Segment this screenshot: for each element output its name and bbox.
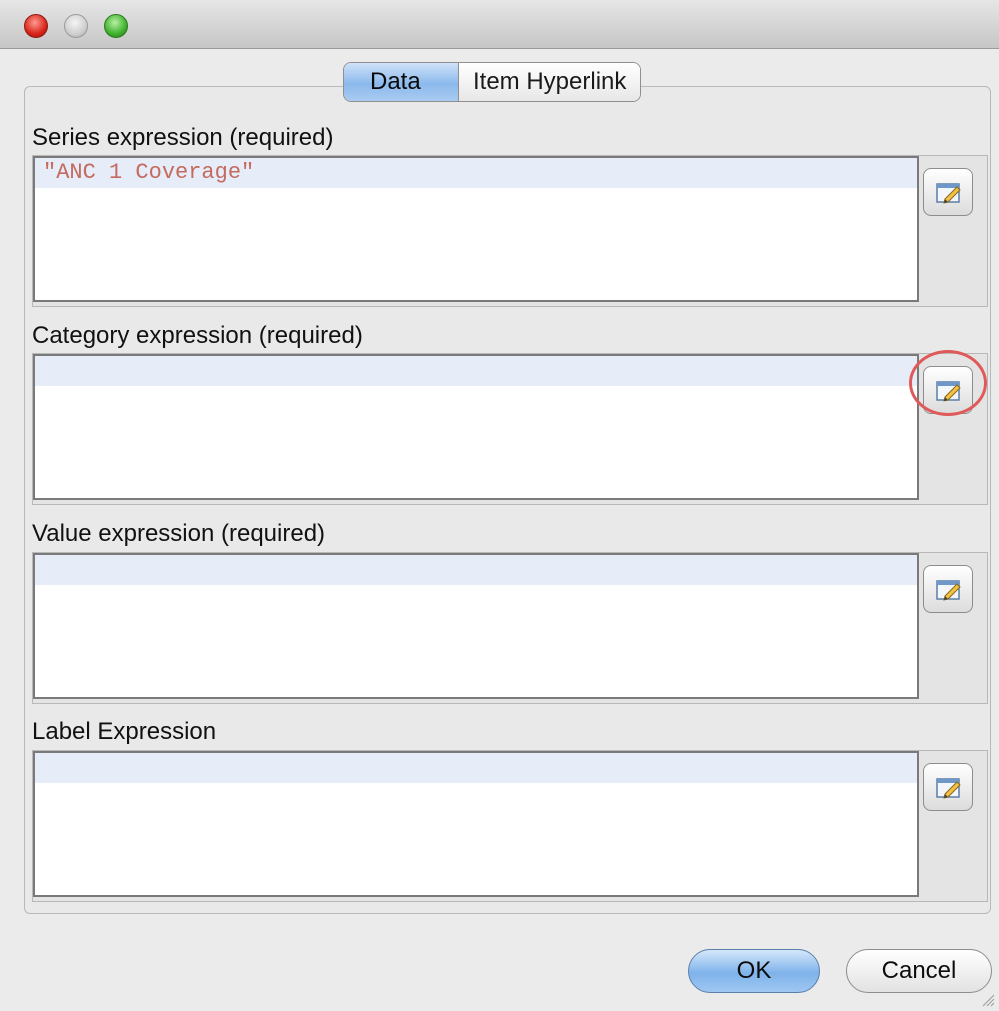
tab-data[interactable]: Data: [344, 63, 459, 101]
series-edit-expression-button[interactable]: [923, 168, 973, 216]
expression-dialog: Data Item Hyperlink Series expression (r…: [0, 0, 999, 1011]
series-expression-group: "ANC 1 Coverage": [32, 155, 988, 307]
pencil-edit-icon: [936, 778, 961, 799]
tab-bar: Data Item Hyperlink: [343, 62, 642, 102]
label-expression-input[interactable]: [33, 751, 919, 897]
close-window-button[interactable]: [24, 14, 48, 38]
current-line-highlight: [35, 555, 917, 585]
pencil-edit-icon: [936, 580, 961, 601]
value-expression-input[interactable]: [33, 553, 919, 699]
category-expression-input[interactable]: [33, 354, 919, 500]
current-line-highlight: [35, 753, 917, 783]
label-edit-expression-button[interactable]: [923, 763, 973, 811]
current-line-highlight: [35, 356, 917, 386]
category-expression-label: Category expression (required): [32, 322, 363, 349]
resize-grip-icon[interactable]: [979, 991, 995, 1007]
series-expression-input[interactable]: "ANC 1 Coverage": [33, 156, 919, 302]
pencil-edit-icon: [936, 183, 961, 204]
tab-item-hyperlink[interactable]: Item Hyperlink: [459, 63, 641, 101]
value-expression-label: Value expression (required): [32, 520, 326, 547]
annotation-highlight-ring: [909, 350, 987, 416]
label-expression-group: [32, 750, 988, 902]
minimize-window-button[interactable]: [64, 14, 88, 38]
cancel-button[interactable]: Cancel: [846, 949, 992, 993]
label-expression-label: Label Expression: [32, 718, 217, 745]
category-expression-group: [32, 350, 988, 505]
series-expression-label: Series expression (required): [32, 124, 334, 151]
value-expression-group: [32, 552, 988, 704]
zoom-window-button[interactable]: [104, 14, 128, 38]
ok-button[interactable]: OK: [688, 949, 820, 993]
value-edit-expression-button[interactable]: [923, 565, 973, 613]
series-expression-text: "ANC 1 Coverage": [43, 160, 255, 185]
title-bar: [0, 0, 999, 49]
